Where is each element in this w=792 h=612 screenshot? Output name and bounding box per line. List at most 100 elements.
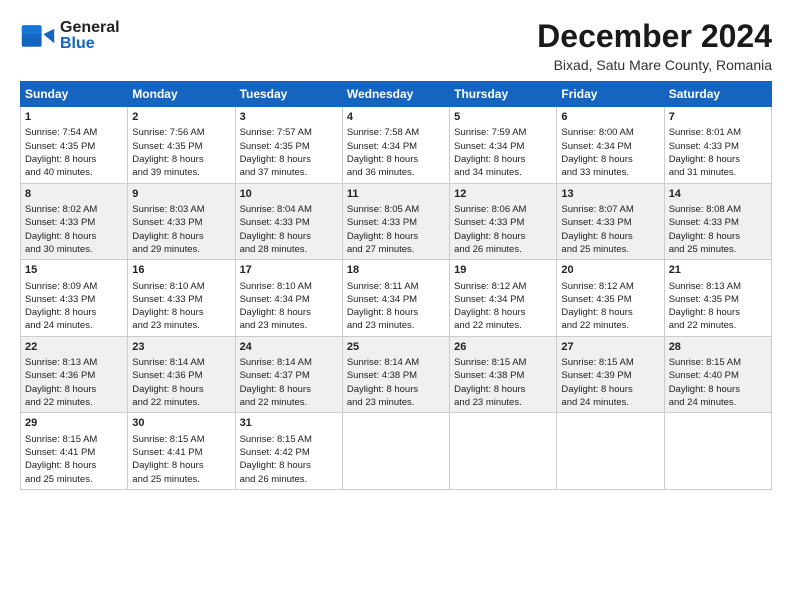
week-row-3: 15Sunrise: 8:09 AMSunset: 4:33 PMDayligh… [21, 260, 772, 337]
calendar-cell: 6Sunrise: 8:00 AMSunset: 4:34 PMDaylight… [557, 107, 664, 184]
cell-line: Daylight: 8 hours [454, 153, 552, 166]
day-number: 1 [25, 110, 123, 125]
cell-line: Sunrise: 8:13 AM [669, 280, 767, 293]
cell-line: and 39 minutes. [132, 166, 230, 179]
cell-line: Sunrise: 8:12 AM [454, 280, 552, 293]
cell-line: Daylight: 8 hours [347, 383, 445, 396]
cell-line: Sunset: 4:35 PM [132, 140, 230, 153]
cell-line: Sunrise: 7:56 AM [132, 126, 230, 139]
cell-line: and 23 minutes. [347, 319, 445, 332]
calendar-cell: 13Sunrise: 8:07 AMSunset: 4:33 PMDayligh… [557, 183, 664, 260]
cell-line: and 22 minutes. [454, 319, 552, 332]
cell-line: and 29 minutes. [132, 243, 230, 256]
calendar-cell: 25Sunrise: 8:14 AMSunset: 4:38 PMDayligh… [342, 336, 449, 413]
calendar-cell: 31Sunrise: 8:15 AMSunset: 4:42 PMDayligh… [235, 413, 342, 490]
cell-line: Sunset: 4:33 PM [132, 293, 230, 306]
cell-line: Daylight: 8 hours [669, 230, 767, 243]
cell-line: and 24 minutes. [25, 319, 123, 332]
calendar-cell: 14Sunrise: 8:08 AMSunset: 4:33 PMDayligh… [664, 183, 771, 260]
day-number: 24 [240, 340, 338, 355]
cell-line: Daylight: 8 hours [454, 306, 552, 319]
day-number: 3 [240, 110, 338, 125]
cell-line: Sunrise: 8:15 AM [25, 433, 123, 446]
cell-line: Sunrise: 8:12 AM [561, 280, 659, 293]
week-row-2: 8Sunrise: 8:02 AMSunset: 4:33 PMDaylight… [21, 183, 772, 260]
calendar-cell [557, 413, 664, 490]
cell-line: Sunrise: 8:01 AM [669, 126, 767, 139]
cell-line: Sunrise: 8:06 AM [454, 203, 552, 216]
calendar-cell: 1Sunrise: 7:54 AMSunset: 4:35 PMDaylight… [21, 107, 128, 184]
day-number: 5 [454, 110, 552, 125]
cell-line: Daylight: 8 hours [25, 383, 123, 396]
cell-line: Daylight: 8 hours [347, 230, 445, 243]
cell-line: Sunset: 4:36 PM [25, 369, 123, 382]
cell-line: Sunset: 4:33 PM [454, 216, 552, 229]
cell-line: and 23 minutes. [240, 319, 338, 332]
cell-line: and 23 minutes. [132, 319, 230, 332]
cell-line: and 22 minutes. [561, 319, 659, 332]
cell-line: Sunset: 4:33 PM [25, 216, 123, 229]
calendar-cell: 28Sunrise: 8:15 AMSunset: 4:40 PMDayligh… [664, 336, 771, 413]
cell-line: Sunrise: 8:09 AM [25, 280, 123, 293]
cell-line: and 25 minutes. [669, 243, 767, 256]
calendar-cell: 9Sunrise: 8:03 AMSunset: 4:33 PMDaylight… [128, 183, 235, 260]
cell-line: and 24 minutes. [669, 396, 767, 409]
cell-line: Daylight: 8 hours [454, 383, 552, 396]
cell-line: Sunrise: 8:14 AM [347, 356, 445, 369]
main-title: December 2024 [537, 18, 772, 55]
cell-line: Sunrise: 8:08 AM [669, 203, 767, 216]
logo: General Blue [20, 18, 120, 54]
calendar-cell [450, 413, 557, 490]
cell-line: Daylight: 8 hours [669, 383, 767, 396]
logo-text: General Blue [60, 20, 120, 52]
calendar-cell: 22Sunrise: 8:13 AMSunset: 4:36 PMDayligh… [21, 336, 128, 413]
day-number: 25 [347, 340, 445, 355]
cell-line: Sunset: 4:37 PM [240, 369, 338, 382]
cell-line: Sunset: 4:42 PM [240, 446, 338, 459]
cell-line: and 34 minutes. [454, 166, 552, 179]
calendar-cell: 4Sunrise: 7:58 AMSunset: 4:34 PMDaylight… [342, 107, 449, 184]
calendar-page: General Blue December 2024 Bixad, Satu M… [0, 0, 792, 504]
calendar-cell: 11Sunrise: 8:05 AMSunset: 4:33 PMDayligh… [342, 183, 449, 260]
cell-line: Sunset: 4:35 PM [25, 140, 123, 153]
cell-line: Daylight: 8 hours [132, 459, 230, 472]
cell-line: Sunrise: 8:05 AM [347, 203, 445, 216]
cell-line: Daylight: 8 hours [669, 306, 767, 319]
cell-line: Sunset: 4:36 PM [132, 369, 230, 382]
calendar-cell: 5Sunrise: 7:59 AMSunset: 4:34 PMDaylight… [450, 107, 557, 184]
cell-line: and 26 minutes. [454, 243, 552, 256]
cell-line: Daylight: 8 hours [132, 153, 230, 166]
col-header-tuesday: Tuesday [235, 82, 342, 107]
cell-line: Daylight: 8 hours [347, 306, 445, 319]
col-header-sunday: Sunday [21, 82, 128, 107]
cell-line: Sunrise: 8:11 AM [347, 280, 445, 293]
calendar-cell: 12Sunrise: 8:06 AMSunset: 4:33 PMDayligh… [450, 183, 557, 260]
cell-line: Daylight: 8 hours [25, 459, 123, 472]
calendar-cell: 24Sunrise: 8:14 AMSunset: 4:37 PMDayligh… [235, 336, 342, 413]
cell-line: Daylight: 8 hours [25, 153, 123, 166]
day-number: 20 [561, 263, 659, 278]
cell-line: Sunrise: 8:15 AM [669, 356, 767, 369]
cell-line: Sunset: 4:34 PM [454, 293, 552, 306]
cell-line: Daylight: 8 hours [561, 306, 659, 319]
cell-line: Sunset: 4:38 PM [454, 369, 552, 382]
logo-icon [20, 18, 56, 54]
title-block: December 2024 Bixad, Satu Mare County, R… [537, 18, 772, 73]
calendar-cell: 17Sunrise: 8:10 AMSunset: 4:34 PMDayligh… [235, 260, 342, 337]
cell-line: Daylight: 8 hours [561, 383, 659, 396]
cell-line: and 28 minutes. [240, 243, 338, 256]
cell-line: Daylight: 8 hours [240, 153, 338, 166]
cell-line: and 40 minutes. [25, 166, 123, 179]
cell-line: Sunset: 4:33 PM [132, 216, 230, 229]
cell-line: Sunset: 4:35 PM [669, 293, 767, 306]
cell-line: Sunset: 4:33 PM [347, 216, 445, 229]
calendar-cell: 15Sunrise: 8:09 AMSunset: 4:33 PMDayligh… [21, 260, 128, 337]
cell-line: Sunrise: 8:15 AM [454, 356, 552, 369]
day-number: 19 [454, 263, 552, 278]
day-number: 2 [132, 110, 230, 125]
day-number: 8 [25, 187, 123, 202]
cell-line: Sunset: 4:33 PM [669, 216, 767, 229]
cell-line: Sunrise: 7:54 AM [25, 126, 123, 139]
subtitle: Bixad, Satu Mare County, Romania [537, 57, 772, 73]
cell-line: Sunrise: 8:15 AM [132, 433, 230, 446]
